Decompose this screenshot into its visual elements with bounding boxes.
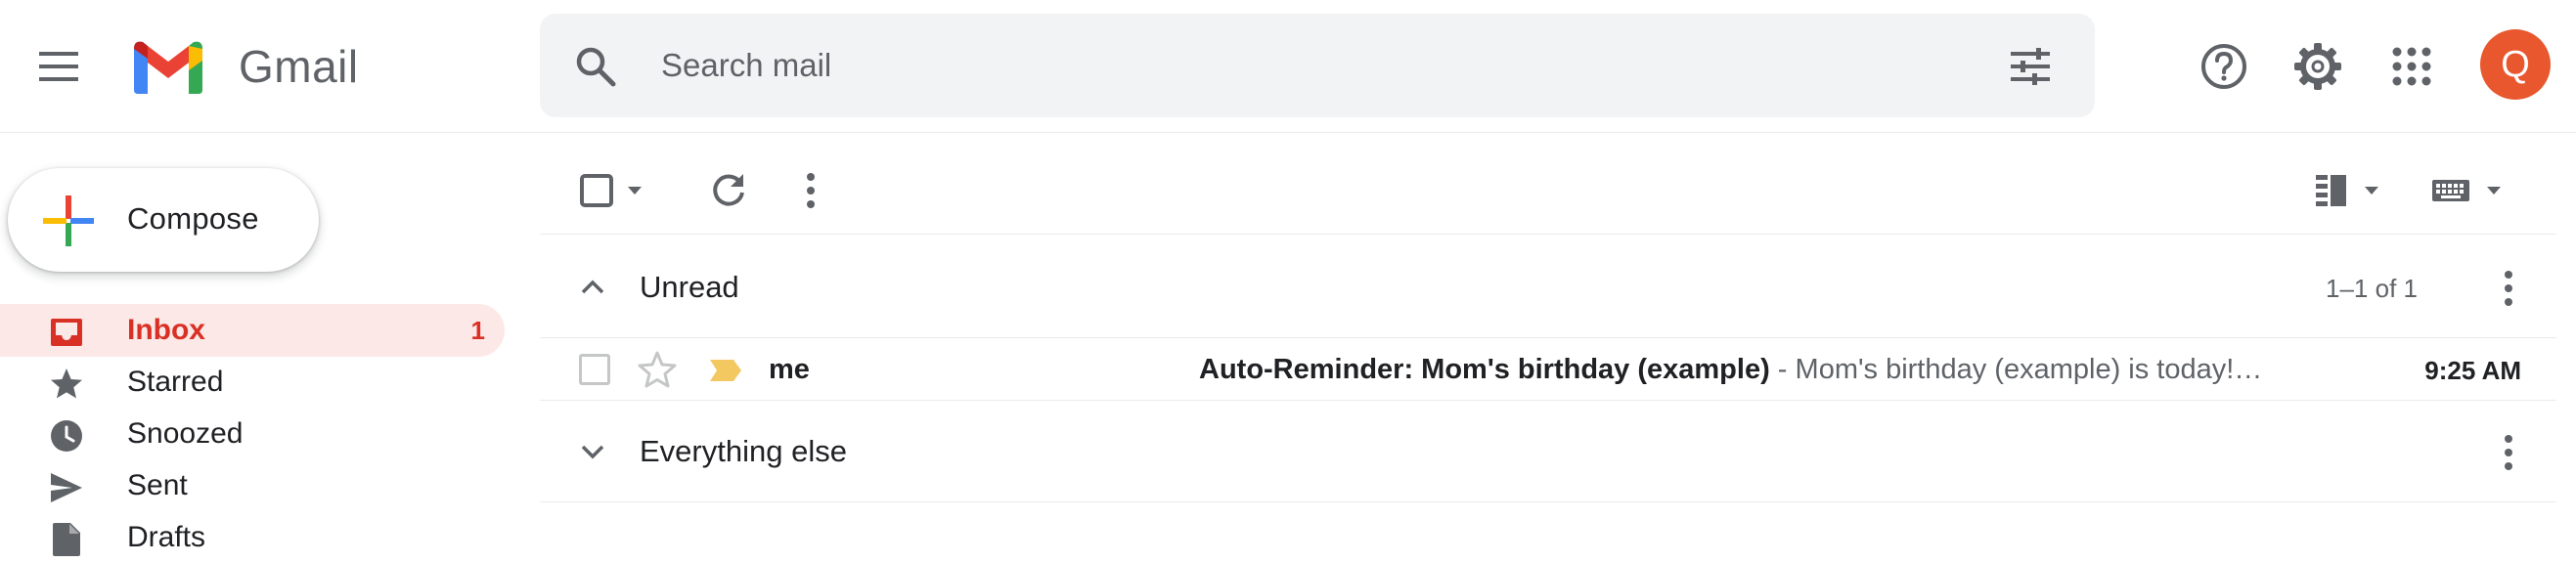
refresh-button[interactable] [702, 164, 755, 217]
draft-icon [53, 523, 80, 556]
settings-button[interactable] [2285, 33, 2351, 100]
sidebar-item-label: Sent [127, 469, 188, 501]
inbox-icon [51, 319, 82, 346]
more-vert-icon[interactable] [2504, 270, 2513, 307]
page-range: 1–1 of 1 [2326, 274, 2418, 303]
email-summary: Auto-Reminder: Mom's birthday (example) … [1199, 354, 2392, 386]
email-sender: me [769, 354, 810, 385]
sidebar-item-label: Drafts [127, 521, 206, 553]
importance-marker-icon[interactable] [708, 358, 743, 383]
checkbox-icon [580, 174, 642, 207]
sidebar-item-starred[interactable]: Starred [0, 356, 505, 409]
sidebar-item-label: Snoozed [127, 417, 244, 450]
star-outline-icon[interactable] [638, 350, 677, 389]
menu-icon [39, 52, 78, 81]
help-icon [2201, 44, 2246, 89]
keyboard-icon [2432, 180, 2501, 201]
section-title[interactable]: Everything else [640, 434, 847, 469]
star-icon [51, 368, 82, 399]
subject-separator: - [1769, 354, 1796, 385]
tune-icon[interactable] [2011, 48, 2050, 85]
compose-label: Compose [127, 201, 259, 236]
email-time: 9:25 AM [2424, 356, 2521, 385]
more-vert-icon[interactable] [2504, 434, 2513, 471]
avatar-initial: Q [2501, 43, 2530, 85]
email-snippet: Mom's birthday (example) is today!… [1795, 354, 2263, 385]
refresh-icon [713, 174, 744, 206]
more-options-button[interactable] [784, 164, 837, 217]
compose-plus-icon [43, 195, 94, 246]
mail-toolbar [540, 147, 2556, 235]
input-tools-toggle[interactable] [2429, 166, 2513, 215]
unread-count-badge: 1 [470, 316, 485, 345]
section-everything-else: Everything else [540, 401, 2556, 502]
main-menu-button[interactable] [27, 35, 90, 98]
table-row[interactable]: me Auto-Reminder: Mom's birthday (exampl… [540, 338, 2556, 401]
app-name: Gmail [239, 41, 359, 92]
google-apps-button[interactable] [2378, 33, 2445, 100]
section-title[interactable]: Unread [640, 270, 739, 305]
gmail-logo[interactable]: Gmail [129, 31, 359, 102]
row-checkbox[interactable] [579, 354, 610, 385]
chevron-up-icon[interactable] [579, 274, 606, 301]
send-icon [51, 473, 82, 502]
sidebar-item-drafts[interactable]: Drafts [0, 511, 505, 563]
select-all-checkbox[interactable] [575, 166, 653, 215]
sidebar-item-snoozed[interactable]: Snoozed [0, 408, 505, 460]
section-unread: Unread 1–1 of 1 [540, 237, 2556, 338]
sidebar-item-sent[interactable]: Sent [0, 459, 505, 512]
search-bar[interactable] [540, 14, 2095, 117]
email-subject: Auto-Reminder: Mom's birthday (example) [1199, 354, 1770, 385]
account-avatar[interactable]: Q [2480, 29, 2551, 100]
apps-grid-icon [2392, 47, 2431, 86]
search-icon[interactable] [575, 46, 616, 87]
sidebar-item-label: Inbox [127, 314, 205, 346]
clock-icon [51, 420, 82, 452]
top-bar: Gmail Search mail Q [0, 0, 2576, 133]
split-pane-toggle[interactable] [2310, 166, 2392, 215]
support-button[interactable] [2191, 33, 2257, 100]
sidebar-item-inbox[interactable]: Inbox 1 [0, 304, 505, 357]
gear-icon [2294, 43, 2341, 90]
compose-button[interactable]: Compose [8, 168, 319, 272]
gmail-m-icon [134, 41, 202, 94]
split-pane-icon [2316, 175, 2378, 206]
sidebar-item-label: Starred [127, 366, 224, 398]
chevron-down-icon[interactable] [579, 438, 606, 465]
more-vert-icon [807, 173, 815, 208]
search-input[interactable] [661, 41, 1932, 90]
